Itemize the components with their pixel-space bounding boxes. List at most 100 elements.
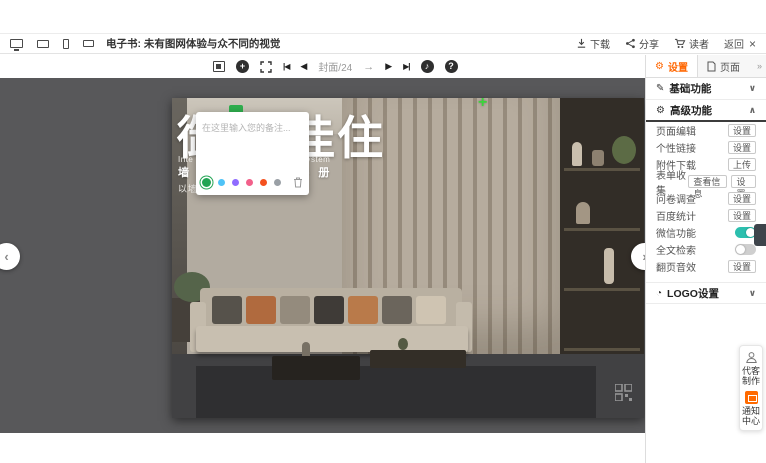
table-plant (398, 338, 408, 350)
desktop-preview-icon[interactable] (10, 39, 23, 48)
fulltext-toggle[interactable] (735, 244, 756, 255)
section-logo-settings[interactable]: ◔ LOGO设置 ∨ (646, 282, 766, 304)
sidebar-collapse-arrow[interactable]: » (757, 55, 766, 77)
note-color-blue[interactable] (218, 179, 225, 186)
note-color-red[interactable] (260, 179, 267, 186)
notice-center-label[interactable]: 通知中心 (741, 406, 761, 426)
section-advanced-functions[interactable]: ⚙ 高级功能 ∧ (646, 100, 766, 122)
settings-button[interactable]: 设置 (731, 175, 756, 188)
cushion (416, 296, 446, 324)
help-icon: ? (448, 60, 454, 73)
row-flip-sound: 翻页音效 设置 (646, 258, 766, 275)
share-icon (625, 38, 636, 49)
tab-pages[interactable]: 页面 (698, 55, 749, 77)
wechat-toggle[interactable] (735, 227, 756, 238)
note-input[interactable] (202, 123, 303, 133)
floating-service-widget: 代客制作 通知中心 (739, 345, 763, 431)
back-button[interactable]: 返回 × (724, 36, 756, 51)
row-wechat-function: 微信功能 (646, 224, 766, 241)
download-icon (576, 38, 587, 49)
note-color-green[interactable] (202, 178, 211, 187)
settings-button[interactable]: 设置 (728, 209, 756, 222)
shelf-plant (612, 136, 636, 164)
viewer-toolbar: + |◀ ◀ 封面/24 → ▶ ▶| ♪ ? (0, 55, 645, 78)
coffee-table (370, 350, 466, 368)
gear-icon: ⚙ (655, 61, 664, 72)
shelf-vase (604, 248, 614, 284)
tablet-preview-icon[interactable] (37, 40, 49, 48)
shelf-vase (572, 142, 582, 166)
shelf-vase (576, 202, 590, 224)
cushion (314, 296, 344, 324)
first-page-button[interactable]: |◀ (283, 62, 289, 71)
mini-preview-icon[interactable] (83, 40, 94, 47)
zoom-button[interactable]: + (236, 60, 249, 73)
sound-icon: ♪ (425, 60, 430, 73)
settings-button[interactable]: 设置 (728, 141, 756, 154)
thumbnails-icon (213, 61, 225, 72)
page-icon (707, 61, 716, 72)
note-color-row (202, 177, 303, 188)
share-button[interactable]: 分享 (625, 36, 659, 51)
person-icon (745, 351, 758, 364)
prev-page-button[interactable]: ◀ (300, 61, 307, 72)
row-custom-link: 个性链接 设置 (646, 139, 766, 156)
cushion (212, 296, 242, 324)
shelf-board (564, 348, 640, 351)
table-vase (302, 342, 310, 356)
chevron-up-icon: ∧ (749, 105, 756, 116)
coffee-table (272, 356, 360, 380)
next-page-button[interactable]: ▶ (385, 61, 392, 72)
goto-page-arrow[interactable]: → (363, 61, 374, 73)
qr-code-icon[interactable] (615, 384, 632, 401)
phone-preview-icon[interactable] (63, 39, 69, 49)
cushion (382, 296, 412, 324)
chevron-down-icon: ∨ (749, 83, 756, 94)
sidebar-tabs: ⚙ 设置 页面 » (646, 55, 766, 78)
thumbnails-button[interactable] (213, 61, 225, 72)
row-form-collection: 表单收集 查看信息 设置 (646, 173, 766, 190)
cushion (246, 296, 276, 324)
reader-button[interactable]: 读者 (674, 36, 709, 51)
settings-button[interactable]: 设置 (728, 124, 756, 137)
note-color-pink[interactable] (246, 179, 253, 186)
settings-button[interactable]: 设置 (728, 260, 756, 273)
trash-icon[interactable] (293, 177, 303, 188)
fullscreen-button[interactable] (260, 61, 272, 73)
row-fulltext-search: 全文检索 (646, 241, 766, 258)
close-icon[interactable]: × (749, 37, 756, 51)
tab-settings[interactable]: ⚙ 设置 (646, 55, 698, 77)
note-color-purple[interactable] (232, 179, 239, 186)
notice-icon[interactable] (745, 391, 758, 404)
prev-arrow-button[interactable]: ‹ (0, 243, 20, 270)
add-note-plus-icon[interactable]: + (478, 96, 487, 110)
top-header: 电子书: 未有图网体验与众不同的视觉 下载 分享 读者 返回 × (0, 33, 766, 54)
upload-button[interactable]: 上传 (728, 158, 756, 171)
page-indicator[interactable]: 封面/24 (318, 59, 352, 74)
row-survey: 问卷调查 设置 (646, 190, 766, 207)
cushion (280, 296, 310, 324)
edge-collapse-handle[interactable] (754, 224, 766, 246)
view-info-button[interactable]: 查看信息 (688, 175, 727, 188)
shelf-vase (592, 150, 604, 166)
section-basic-functions[interactable]: ✎ 基础功能 ∨ (646, 78, 766, 100)
settings-button[interactable]: 设置 (728, 192, 756, 205)
shelf-board (564, 228, 640, 231)
ebook-title: 电子书: 未有图网体验与众不同的视觉 (106, 36, 280, 51)
note-color-gray[interactable] (274, 179, 281, 186)
row-page-edit: 页面编辑 设置 (646, 122, 766, 139)
note-popup (196, 112, 309, 195)
shelf-board (564, 288, 640, 291)
sound-button[interactable]: ♪ (421, 60, 434, 73)
cover-photo-rug (196, 366, 596, 418)
app-root: 电子书: 未有图网体验与众不同的视觉 下载 分享 读者 返回 × + (0, 0, 766, 463)
viewer-canvas: 御 佳住 Inte g System 墙 变 系 统 产 品 手 册 以墙为基|… (0, 78, 645, 433)
fullscreen-icon (260, 61, 272, 73)
agent-service-label[interactable]: 代客制作 (741, 366, 761, 386)
sofa-seat (196, 326, 468, 352)
last-page-button[interactable]: ▶| (403, 62, 409, 71)
shelf-board (564, 168, 640, 171)
cover-english-fragment-left: Inte (178, 155, 193, 164)
download-button[interactable]: 下载 (576, 36, 610, 51)
help-button[interactable]: ? (445, 60, 458, 73)
